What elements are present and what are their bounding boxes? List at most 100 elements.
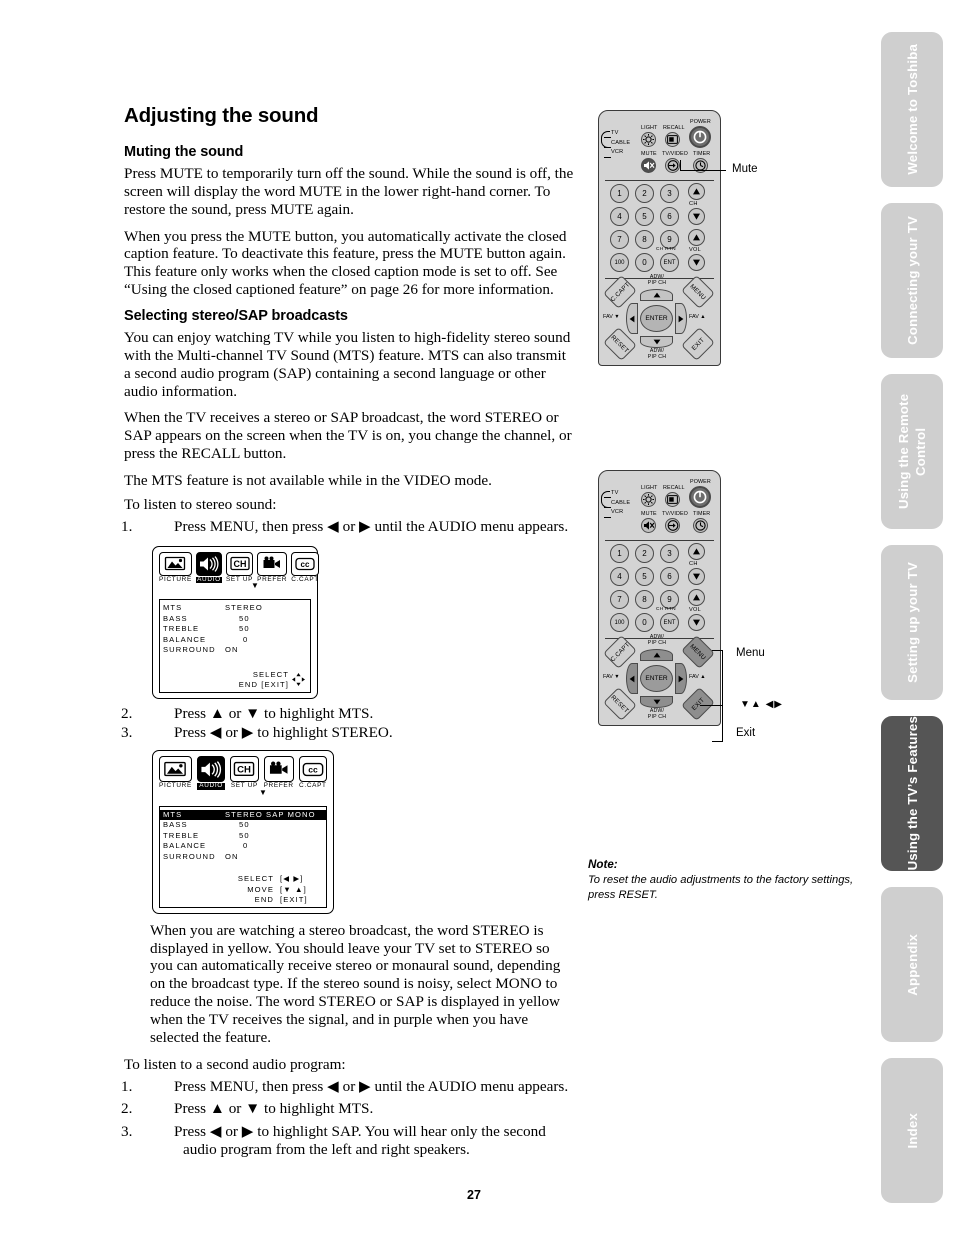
menu-footer-keys: [◀ ▶] [280, 874, 304, 884]
table-row[interactable]: SURROUND ON [160, 852, 326, 863]
number-button-0[interactable]: 0 [635, 613, 654, 632]
menu-tab-picture[interactable]: PICTURE [159, 756, 192, 789]
dpad-up-button[interactable] [640, 649, 673, 661]
table-row[interactable]: BALANCE 0 [160, 635, 310, 646]
mute-button[interactable] [641, 518, 656, 533]
number-button-100[interactable]: 100 [610, 253, 629, 272]
dpad-right-button[interactable] [675, 663, 687, 694]
channel-down-button[interactable] [688, 568, 705, 585]
volume-down-button[interactable] [688, 254, 705, 271]
table-row[interactable]: BALANCE 0 [160, 841, 326, 852]
number-button-8[interactable]: 8 [635, 590, 654, 609]
number-button-6[interactable]: 6 [660, 207, 679, 226]
channel-up-button[interactable] [688, 543, 705, 560]
menu-button[interactable]: MENU [681, 635, 715, 669]
exit-button[interactable]: EXIT [681, 327, 715, 361]
menu-tab-setup[interactable]: CH SET UP [225, 551, 254, 583]
sidebar-item-label: Welcome to Toshiba [904, 44, 920, 175]
table-row[interactable]: TREBLE 50 [160, 831, 326, 842]
light-button[interactable] [641, 492, 656, 507]
tv-video-button[interactable] [665, 158, 680, 173]
sidebar-item-index[interactable]: Index [881, 1058, 943, 1203]
number-button-5[interactable]: 5 [635, 207, 654, 226]
menu-tab-ccapt[interactable]: cc C.CAPT [298, 756, 328, 789]
menu-tab-prefer[interactable]: PREFER [257, 551, 288, 583]
table-row[interactable]: MTS STEREO SAP MONO [160, 809, 326, 821]
power-button[interactable] [689, 126, 711, 148]
enter-button[interactable]: ENT [660, 613, 679, 632]
vol-label: VOL [689, 247, 702, 253]
sidebar-item-using-the-remote-control[interactable]: Using the Remote Control [881, 374, 943, 529]
recall-button[interactable] [665, 132, 680, 147]
sidebar-item-using-the-tvs-features[interactable]: Using the TV’s Features [881, 716, 943, 871]
sidebar-item-appendix[interactable]: Appendix [881, 887, 943, 1042]
menu-button[interactable]: MENU [681, 275, 715, 309]
number-button-7[interactable]: 7 [610, 230, 629, 249]
light-button[interactable] [641, 132, 656, 147]
row-value: 50 [239, 613, 250, 623]
dpad-down-button[interactable] [640, 336, 673, 348]
number-button-2[interactable]: 2 [635, 544, 654, 563]
number-button-0[interactable]: 0 [635, 253, 654, 272]
menu-tab-setup[interactable]: CH SET UP [230, 756, 259, 789]
svg-text:cc: cc [301, 560, 310, 569]
timer-button[interactable] [693, 518, 708, 533]
menu-tab-picture[interactable]: PICTURE [159, 551, 192, 583]
recall-button[interactable] [665, 492, 680, 507]
page-number: 27 [0, 1186, 954, 1204]
dpad-left-button[interactable] [626, 303, 638, 334]
exit-button[interactable]: EXIT [681, 687, 715, 721]
volume-up-button[interactable] [688, 589, 705, 606]
sidebar-item-connecting-your-tv[interactable]: Connecting your TV [881, 203, 943, 358]
remote-top-section: TV CABLE VCR LIGHT RECALL POWER MUTE TV/… [599, 111, 720, 177]
enter-center-button[interactable]: ENTER [640, 665, 673, 692]
number-button-100[interactable]: 100 [610, 613, 629, 632]
table-row[interactable]: MTS STEREO [160, 603, 310, 614]
dpad-up-button[interactable] [640, 289, 673, 301]
adw-pip-top-label: ADW/PIP CH [647, 634, 667, 646]
enter-center-button[interactable]: ENTER [640, 305, 673, 332]
channel-down-button[interactable] [688, 208, 705, 225]
number-button-8[interactable]: 8 [635, 230, 654, 249]
ccapt-label: C.CAPT [608, 280, 632, 304]
number-button-3[interactable]: 3 [660, 184, 679, 203]
row-key: SURROUND [163, 851, 216, 861]
enter-button[interactable]: ENT [660, 253, 679, 272]
menu-footer-move-row: MOVE [▼ ▲] [160, 885, 322, 896]
number-button-1[interactable]: 1 [610, 184, 629, 203]
mute-button[interactable] [641, 158, 656, 173]
number-button-7[interactable]: 7 [610, 590, 629, 609]
row-key: MTS [163, 809, 183, 819]
dpad-left-button[interactable] [626, 663, 638, 694]
stereo-explanation: When you are watching a stereo broadcast… [150, 922, 576, 1047]
channel-up-button[interactable] [688, 183, 705, 200]
table-row[interactable]: BASS 50 [160, 820, 326, 831]
volume-up-button[interactable] [688, 229, 705, 246]
sidebar-item-welcome-to-toshiba[interactable]: Welcome to Toshiba [881, 32, 943, 187]
number-button-3[interactable]: 3 [660, 544, 679, 563]
menu-tab-prefer[interactable]: PREFER [263, 756, 294, 789]
number-button-5[interactable]: 5 [635, 567, 654, 586]
number-button-4[interactable]: 4 [610, 567, 629, 586]
number-button-6[interactable]: 6 [660, 567, 679, 586]
table-row[interactable]: SURROUND ON [160, 645, 310, 656]
menu-tab-audio[interactable]: AUDIO [195, 551, 222, 584]
list-item: 2. Press ▲ or ▼ to highlight MTS. [121, 1100, 576, 1118]
menu-tab-ccapt[interactable]: cc C.CAPT [291, 551, 319, 583]
dpad-down-button[interactable] [640, 696, 673, 708]
table-row[interactable]: BASS 50 [160, 614, 310, 625]
dpad-right-button[interactable] [675, 303, 687, 334]
tv-video-button[interactable] [665, 518, 680, 533]
ch-label: CH [689, 201, 698, 207]
menu-tab-audio[interactable]: AUDIO [196, 756, 226, 790]
number-button-1[interactable]: 1 [610, 544, 629, 563]
power-button[interactable] [689, 486, 711, 508]
row-key: TREBLE [163, 624, 200, 634]
sidebar-item-setting-up-your-tv[interactable]: Setting up your TV [881, 545, 943, 700]
table-row[interactable]: TREBLE 50 [160, 624, 310, 635]
number-button-4[interactable]: 4 [610, 207, 629, 226]
paragraph: When the TV receives a stereo or SAP bro… [124, 409, 572, 463]
number-button-2[interactable]: 2 [635, 184, 654, 203]
volume-down-button[interactable] [688, 614, 705, 631]
step-text: Press ▲ or ▼ to highlight MTS. [174, 1100, 374, 1118]
